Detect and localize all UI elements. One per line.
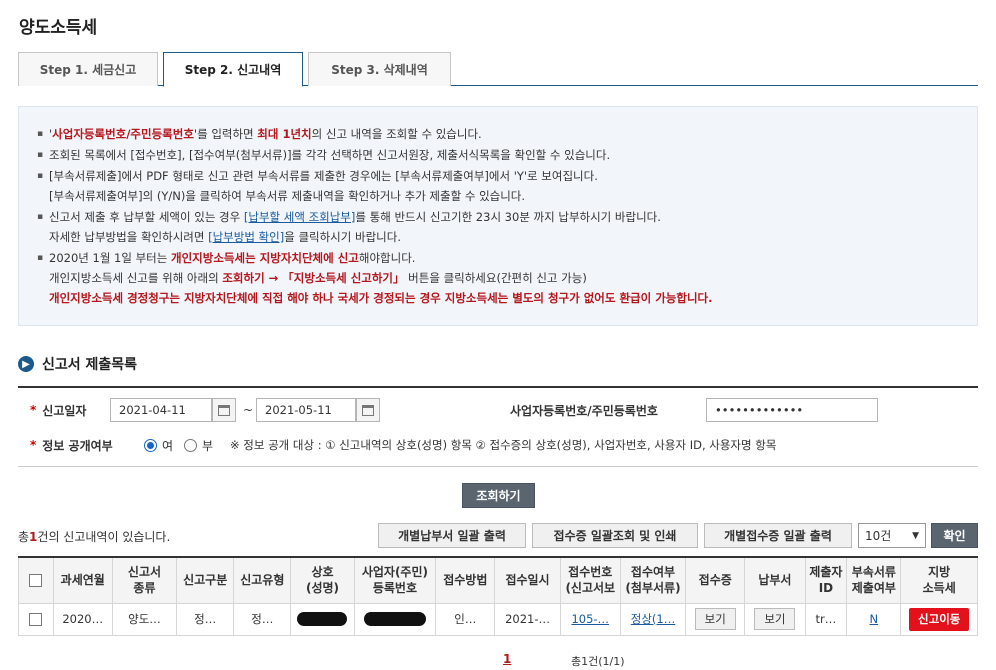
page-1[interactable]: 1 <box>503 652 511 666</box>
notice-item-2: 조회된 목록에서 [접수번호], [접수여부(첨부서류)]를 각각 선택하면 신… <box>37 145 957 165</box>
redacted-name <box>297 612 348 627</box>
cell-category: 정… <box>176 602 235 636</box>
result-count: 총1건의 신고내역이 있습니다. <box>18 530 171 544</box>
table-header: 과세연월 신고서 종류 신고구분 신고유형 상호 (성명) 사업자(주민) 등록번호 … <box>18 556 978 604</box>
page-title: 양도소득세 <box>19 18 98 38</box>
pagination: 1 총1건(1/1) <box>0 652 996 668</box>
cell-method: 인… <box>435 602 496 636</box>
notice-item-3: [부속서류제출]에서 PDF 형태로 신고 관련 부속서류를 제출한 경우에는 … <box>37 166 957 206</box>
arrow-circle-icon: ▶ <box>18 356 34 372</box>
cell-type: 양도… <box>111 602 178 636</box>
receipt-bulk-button[interactable]: 개별접수증 일괄 출력 <box>704 523 852 548</box>
date-to-input[interactable]: 2021-05-11 <box>256 398 356 422</box>
col-period: 과세연월 <box>52 556 113 604</box>
table-row: 2020… 양도… 정… 정… 인… 2021-… 105-… 정상(1… 보기… <box>18 602 978 636</box>
open-yes-label: 여 <box>162 438 174 453</box>
payment-method-link[interactable]: [납부방법 확인] <box>208 230 284 244</box>
notice-item-4: 신고서 제출 후 납부할 세액이 있는 경우 [납부할 세액 조회납부]를 통해… <box>37 207 957 247</box>
local-tax-button[interactable]: 신고이동 <box>909 607 970 631</box>
col-date: 접수일시 <box>494 556 561 604</box>
attach-link[interactable]: N <box>870 612 879 626</box>
open-note: ※ 정보 공개 대상 : ① 신고내역의 상호(성명) 항목 ② 접수증의 상호… <box>230 438 777 452</box>
notice-item-5: 2020년 1월 1일 부터는 개인지방소득세는 지방자치단체에 신고해야합니다… <box>37 248 957 308</box>
receipt-view-button[interactable]: 보기 <box>694 608 736 630</box>
bulk-payment-print-button[interactable]: 개별납부서 일괄 출력 <box>378 523 526 548</box>
receipt-no-link[interactable]: 105-… <box>571 612 609 626</box>
report-table: 과세연월 신고서 종류 신고구분 신고유형 상호 (성명) 사업자(주민) 등록번호 … <box>18 556 978 636</box>
receipt-print-button[interactable]: 접수증 일괄조회 및 인쇄 <box>532 523 698 548</box>
section-title: ▶ 신고서 제출목록 <box>18 354 137 374</box>
cell-period: 2020… <box>52 602 113 636</box>
col-receipt-no: 접수번호 (신고서보 <box>559 556 621 604</box>
col-receipt: 접수증 <box>685 556 746 604</box>
open-yes-radio[interactable] <box>144 438 157 452</box>
row-checkbox[interactable] <box>29 613 43 626</box>
search-form: * 신고일자 2021-04-11 ~ 2021-05-11 사업자등록번호/주민… <box>18 386 978 467</box>
payment-view-button[interactable]: 보기 <box>754 608 796 630</box>
page-size-select[interactable]: 10건 ▼ <box>858 523 926 548</box>
col-submitter: 제출자 ID <box>804 556 848 604</box>
calendar-icon[interactable] <box>212 398 236 422</box>
page-total: 총1건(1/1) <box>571 655 625 668</box>
open-no-label: 부 <box>202 438 214 453</box>
tax-payment-link[interactable]: [납부할 세액 조회납부] <box>244 210 356 224</box>
id-label: 사업자등록번호/주민등록번호 <box>510 403 658 418</box>
date-separator: ~ <box>243 403 254 417</box>
tab-step3[interactable]: Step 3. 삭제내역 <box>308 52 451 86</box>
tab-step2[interactable]: Step 2. 신고내역 <box>163 52 303 87</box>
local-tax-warning: 개인지방소득세 경정청구는 지방자치단체에 직접 해야 하나 국세가 경정되는 … <box>49 291 713 305</box>
col-name: 상호 (성명) <box>290 556 355 604</box>
col-category: 신고구분 <box>176 556 235 604</box>
step-tabs: Step 1. 세금신고 Step 2. 신고내역 Step 3. 삭제내역 <box>18 52 978 87</box>
calendar-icon[interactable] <box>356 398 380 422</box>
chevron-down-icon: ▼ <box>912 530 919 541</box>
col-regno: 사업자(주민) 등록번호 <box>353 556 437 604</box>
open-label: * 정보 공개여부 <box>30 438 113 453</box>
cell-kind: 정… <box>233 602 292 636</box>
open-no-radio[interactable] <box>184 438 197 452</box>
col-method: 접수방법 <box>435 556 496 604</box>
tab-step1[interactable]: Step 1. 세금신고 <box>18 52 158 86</box>
redacted-regno <box>363 612 426 627</box>
date-from-input[interactable]: 2021-04-11 <box>110 398 212 422</box>
notice-box: '사업자등록번호/주민등록번호'를 입력하면 최대 1년치의 신고 내역을 조회… <box>18 106 978 326</box>
confirm-button[interactable]: 확인 <box>931 523 978 548</box>
date-label: * 신고일자 <box>30 403 87 418</box>
col-kind: 신고유형 <box>233 556 292 604</box>
col-status: 접수여부 (첨부서류) <box>619 556 687 604</box>
search-button[interactable]: 조회하기 <box>462 483 535 508</box>
id-input[interactable]: ••••••••••••• <box>706 398 878 422</box>
col-type: 신고서 종류 <box>111 556 178 604</box>
col-local-tax: 지방 소득세 <box>900 556 978 604</box>
col-payment: 납부서 <box>744 556 806 604</box>
col-attach: 부속서류 제출여부 <box>846 556 902 604</box>
cell-date: 2021-… <box>494 602 561 636</box>
status-link[interactable]: 정상(1… <box>631 612 675 626</box>
select-all-checkbox[interactable] <box>29 574 43 588</box>
notice-item-1: '사업자등록번호/주민등록번호'를 입력하면 최대 1년치의 신고 내역을 조회… <box>37 124 957 144</box>
cell-submitter: tr… <box>804 602 848 636</box>
